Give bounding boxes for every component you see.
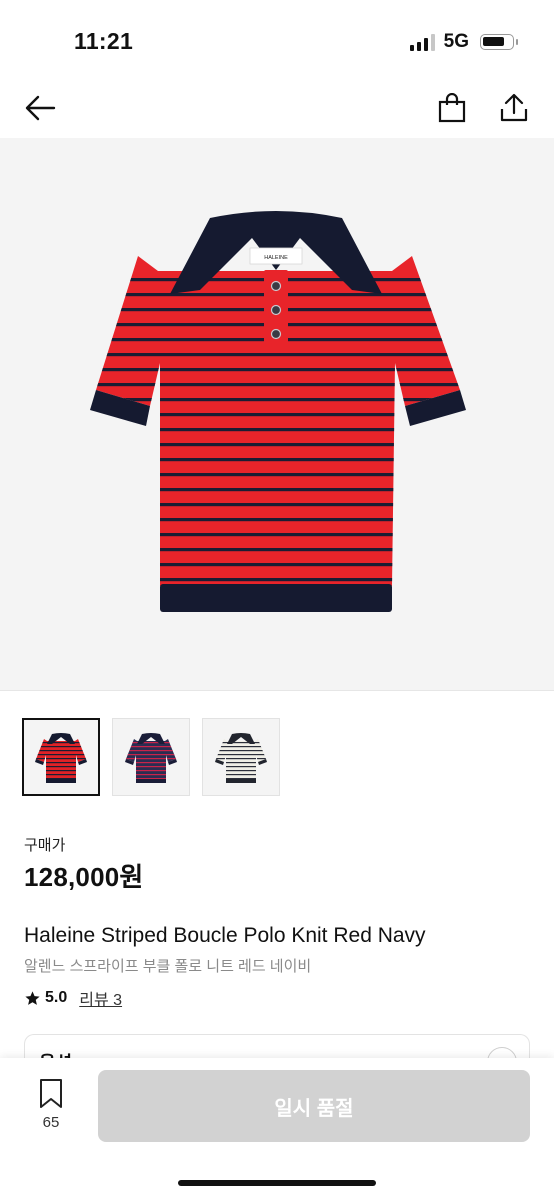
status-time: 11:21 bbox=[74, 28, 134, 54]
bookmark-icon bbox=[40, 1079, 62, 1108]
arrow-left-icon bbox=[25, 95, 56, 121]
thumbnail-shirt-image bbox=[125, 733, 177, 783]
shirt-stripe bbox=[96, 548, 460, 552]
sold-out-button[interactable]: 일시 품절 bbox=[98, 1070, 530, 1142]
price-label: 구매가 bbox=[24, 837, 66, 854]
thumbnail-shirt-image bbox=[215, 733, 267, 783]
thumbnail-red-navy[interactable] bbox=[22, 718, 100, 796]
bookmark-count: 65 bbox=[42, 1114, 60, 1131]
shirt-stripe bbox=[96, 518, 460, 522]
network-label: 5G bbox=[443, 31, 469, 52]
bottom-action-bar: 65 일시 품절 bbox=[0, 1058, 554, 1200]
status-indicators: 5G bbox=[409, 31, 518, 53]
shirt-stripe bbox=[96, 443, 460, 447]
product-title-en: Haleine Striped Boucle Polo Knit Red Nav… bbox=[24, 924, 426, 947]
shopping-bag-icon bbox=[438, 93, 466, 123]
shirt-stripe bbox=[96, 563, 460, 567]
shirt-stripe bbox=[96, 503, 460, 507]
shirt-stripe bbox=[96, 533, 460, 537]
shirt-stripe bbox=[96, 428, 460, 432]
signal-icon bbox=[409, 33, 435, 51]
polo-shirt-image: HALEINE bbox=[90, 211, 466, 612]
review-link[interactable]: 리뷰 3 bbox=[79, 986, 122, 1010]
back-button[interactable] bbox=[16, 80, 64, 136]
product-image[interactable]: HALEINE bbox=[0, 138, 554, 690]
status-bar: 11:21 5G bbox=[0, 0, 554, 80]
thumbnail-navy-red[interactable] bbox=[112, 718, 190, 796]
thumbnail-shirt-image bbox=[35, 733, 87, 783]
shirt-stripe bbox=[96, 368, 460, 372]
rating-row: 5.0 리뷰 3 bbox=[24, 986, 122, 1010]
top-nav bbox=[0, 80, 554, 138]
share-icon bbox=[500, 93, 528, 122]
shirt-stripe bbox=[96, 398, 460, 402]
brand-label: HALEINE bbox=[264, 255, 288, 261]
battery-icon bbox=[480, 34, 518, 50]
shirt-stripe bbox=[96, 383, 460, 387]
color-thumbnails bbox=[22, 718, 280, 796]
rating-score: 5.0 bbox=[45, 989, 68, 1006]
shirt-body: HALEINE bbox=[90, 211, 466, 612]
thumbnail-cream-navy[interactable] bbox=[202, 718, 280, 796]
price-value: 128,000원 bbox=[24, 862, 144, 892]
star-icon bbox=[25, 990, 40, 1005]
shopping-bag-button[interactable] bbox=[428, 80, 476, 136]
shirt-stripe bbox=[96, 458, 460, 462]
shirt-stripe bbox=[96, 353, 460, 357]
image-divider bbox=[0, 690, 554, 691]
shirt-stripe bbox=[96, 488, 460, 492]
share-button[interactable] bbox=[490, 80, 538, 136]
shirt-stripe bbox=[96, 473, 460, 477]
home-indicator bbox=[178, 1180, 376, 1186]
shirt-stripe bbox=[96, 578, 460, 582]
product-title-ko: 알렌느 스프라이프 부클 폴로 니트 레드 네이비 bbox=[24, 958, 312, 975]
bookmark-button[interactable]: 65 bbox=[26, 1078, 76, 1138]
